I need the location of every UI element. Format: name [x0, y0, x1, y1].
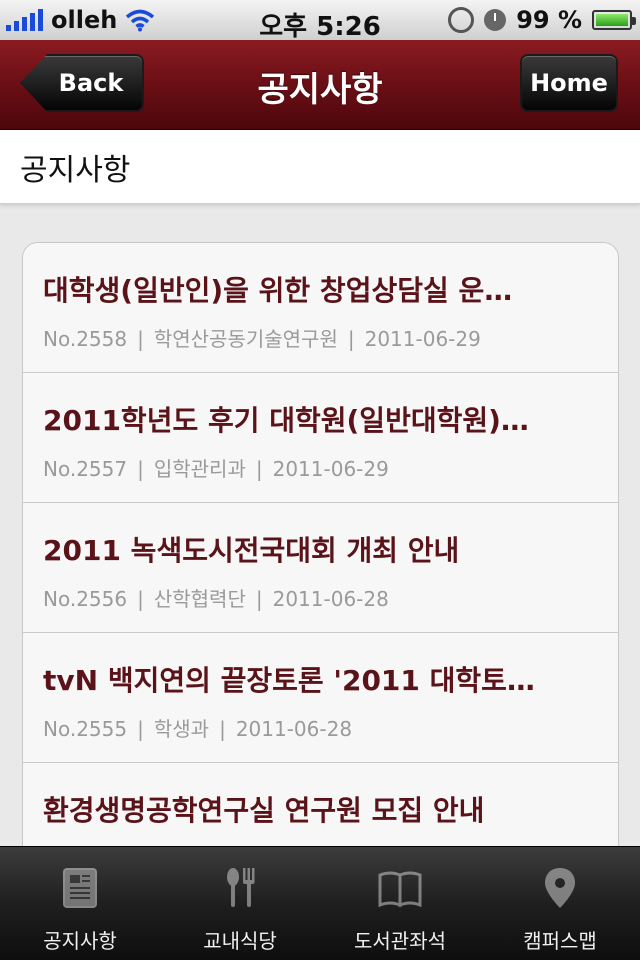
tab-label: 공지사항: [43, 929, 117, 953]
tab-campus-map[interactable]: 캠퍼스맵: [480, 847, 640, 960]
notice-date: 2011-06-28: [235, 717, 353, 741]
notice-number: No.2557: [43, 457, 128, 481]
battery-percent: 99 %: [516, 6, 582, 34]
fork-knife-icon: [227, 868, 255, 907]
notice-department: 산학협력단: [153, 587, 246, 611]
notice-date: 2011-06-29: [272, 457, 389, 481]
notice-department: 입학관리과: [153, 457, 246, 481]
battery-icon: [592, 10, 636, 30]
tab-library-seats[interactable]: 도서관좌석: [320, 847, 480, 960]
notice-meta: No.2558 | 학연산공동기술연구원 | 2011-06-29: [43, 327, 481, 351]
notice-title: 환경생명공학연구실 연구원 모집 안내: [43, 794, 485, 827]
tab-bar: 공지사항 교내식당 도서관좌석 캠퍼스맵: [0, 846, 640, 960]
notice-title: 대학생(일반인)을 위한 창업상담실 운…: [43, 274, 513, 307]
notice-department: 학연산공동기술연구원: [153, 327, 338, 351]
book-icon: [378, 871, 422, 908]
tab-label: 도서관좌석: [354, 929, 446, 953]
notice-date: 2011-06-28: [272, 587, 389, 611]
notice-number: No.2555: [43, 717, 128, 741]
tab-label: 교내식당: [203, 929, 277, 953]
notice-meta: No.2555 | 학생과 | 2011-06-28: [43, 717, 353, 741]
section-title: 공지사항: [20, 152, 131, 188]
notice-date: 2011-06-29: [364, 327, 481, 351]
list-item[interactable]: 2011 녹색도시전국대회 개최 안내 No.2556 | 산학협력단 | 2011-0…: [23, 503, 618, 633]
list-item[interactable]: tvN 백지연의 끝장토론 '2011 대학토… No.2555 | 학생과 | 201…: [23, 633, 618, 763]
list-item[interactable]: 대학생(일반인)을 위한 창업상담실 운… No.2558 | 학연산공동기술연구원…: [23, 243, 618, 373]
section-header: 공지사항: [0, 130, 640, 204]
notice-title: 2011 녹색도시전국대회 개최 안내: [43, 534, 460, 567]
tab-cafeteria[interactable]: 교내식당: [160, 847, 320, 960]
notice-icon: [63, 868, 97, 908]
notice-meta: No.2556 | 산학협력단 | 2011-06-28: [43, 587, 389, 611]
navigation-bar: Back 공지사항 Home: [0, 40, 640, 130]
notice-number: No.2556: [43, 587, 128, 611]
notice-number: No.2558: [43, 327, 128, 351]
notice-meta: No.2557 | 입학관리과 | 2011-06-29: [43, 457, 389, 481]
tab-label: 캠퍼스맵: [523, 929, 597, 953]
home-button[interactable]: Home: [520, 54, 618, 112]
status-right: 99 %: [448, 0, 636, 40]
alarm-icon: [484, 9, 507, 31]
tab-notices[interactable]: 공지사항: [0, 847, 160, 960]
rotation-lock-icon: [448, 7, 475, 33]
map-pin-icon: [545, 868, 575, 908]
notice-department: 학생과: [153, 717, 210, 741]
list-item[interactable]: 2011학년도 후기 대학원(일반대학원)… No.2557 | 입학관리과 | 201…: [23, 373, 618, 503]
notice-list[interactable]: 대학생(일반인)을 위한 창업상담실 운… No.2558 | 학연산공동기술연구원…: [22, 242, 619, 862]
notice-title: 2011학년도 후기 대학원(일반대학원)…: [43, 404, 529, 437]
notice-title: tvN 백지연의 끝장토론 '2011 대학토…: [43, 664, 535, 697]
status-bar: olleh 오후 5:26 99 %: [0, 0, 640, 42]
